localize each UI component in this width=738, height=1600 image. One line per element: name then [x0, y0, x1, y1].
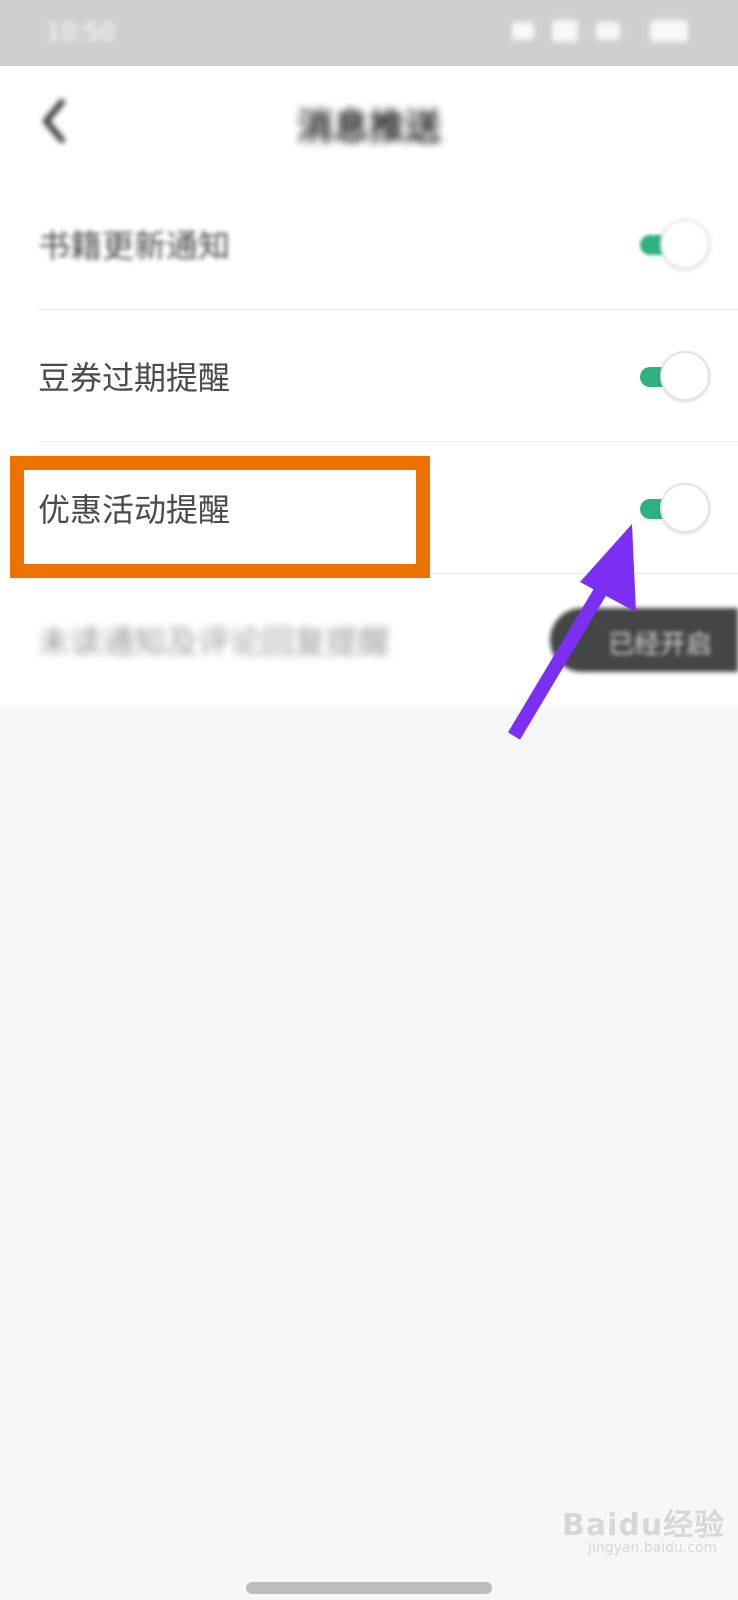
sim-icon: [552, 20, 578, 42]
watermark-url: jingyan.baidu.com: [588, 1540, 718, 1556]
signal-icon: [512, 22, 534, 40]
setting-label: 豆券过期提醒: [38, 359, 231, 397]
toggle-switch[interactable]: [636, 483, 710, 533]
settings-list: 书籍更新通知 豆券过期提醒 优惠活动提醒 未读通知及评论回复提醒 已经开启: [0, 178, 738, 706]
setting-row-book-updates[interactable]: 书籍更新通知: [0, 178, 738, 310]
toast-text: 已经开启: [608, 630, 713, 660]
toast-message: 已经开启: [550, 608, 738, 672]
setting-label: 书籍更新通知: [38, 227, 231, 265]
setting-label: 未读通知及评论回复提醒: [38, 623, 391, 661]
toggle-knob: [660, 351, 710, 401]
status-icons: [512, 20, 688, 42]
setting-row-promotions[interactable]: 优惠活动提醒: [0, 442, 738, 574]
page-title: 消息推送: [296, 107, 441, 148]
toggle-knob: [660, 219, 710, 269]
setting-row-comment-replies[interactable]: 未读通知及评论回复提醒 已经开启: [0, 574, 738, 706]
watermark-logo: Baidu经验: [562, 1508, 726, 1543]
toggle-switch[interactable]: [636, 219, 710, 269]
wifi-icon: [596, 22, 620, 40]
status-bar: 10:50: [0, 0, 738, 66]
battery-icon: [650, 20, 688, 42]
toggle-switch[interactable]: [636, 351, 710, 401]
toggle-knob: [660, 483, 710, 533]
status-time: 10:50: [46, 18, 116, 46]
setting-label: 优惠活动提醒: [38, 491, 231, 529]
home-indicator[interactable]: [246, 1582, 492, 1594]
header: 消息推送: [0, 66, 738, 178]
setting-row-coupon-expiry[interactable]: 豆券过期提醒: [0, 310, 738, 442]
